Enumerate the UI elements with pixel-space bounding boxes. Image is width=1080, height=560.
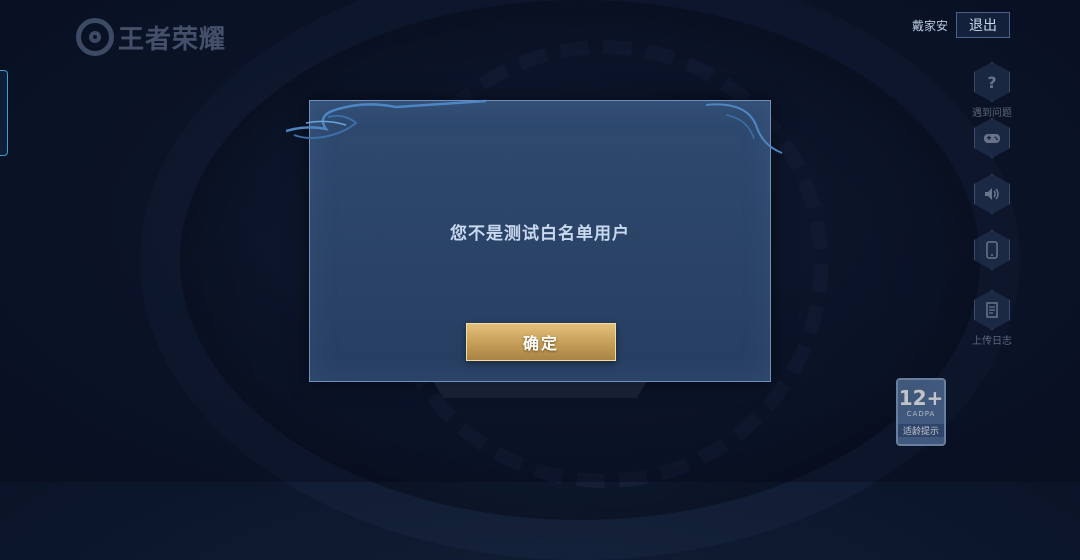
speaker-icon <box>974 174 1010 214</box>
help-button[interactable]: ? 遇到问题 <box>962 62 1022 119</box>
phone-button[interactable] <box>962 230 1022 270</box>
phone-icon <box>974 230 1010 270</box>
cloud-ornament <box>286 99 783 154</box>
age-rating-number: 12+ <box>898 386 944 410</box>
help-label: 遇到问题 <box>972 108 1012 119</box>
gamepad-icon <box>974 118 1010 158</box>
logo-icon <box>76 18 114 56</box>
sound-button[interactable] <box>962 174 1022 214</box>
age-rating-badge[interactable]: 12+ CADPA 适龄提示 <box>896 378 946 446</box>
game-logo: 王者荣耀 <box>76 18 226 56</box>
user-area: 戴家安 退出 <box>912 12 1010 38</box>
upload-log-label: 上传日志 <box>972 336 1012 347</box>
age-rating-tip: 适龄提示 <box>898 424 944 437</box>
logo-text: 王者荣耀 <box>118 24 227 55</box>
upload-log-button[interactable]: 上传日志 <box>962 290 1022 347</box>
left-side-tab[interactable] <box>0 70 8 156</box>
document-icon <box>974 290 1010 330</box>
dialog-message: 您不是测试白名单用户 <box>450 224 630 244</box>
confirm-button[interactable]: 确定 <box>466 323 616 361</box>
controller-button[interactable] <box>962 118 1022 158</box>
alert-dialog: 您不是测试白名单用户 确定 <box>286 99 783 382</box>
username: 戴家安 <box>911 18 948 33</box>
logout-button[interactable]: 退出 <box>956 12 1010 38</box>
age-rating-org: CADPA <box>906 410 936 418</box>
question-icon: ? <box>974 62 1010 102</box>
